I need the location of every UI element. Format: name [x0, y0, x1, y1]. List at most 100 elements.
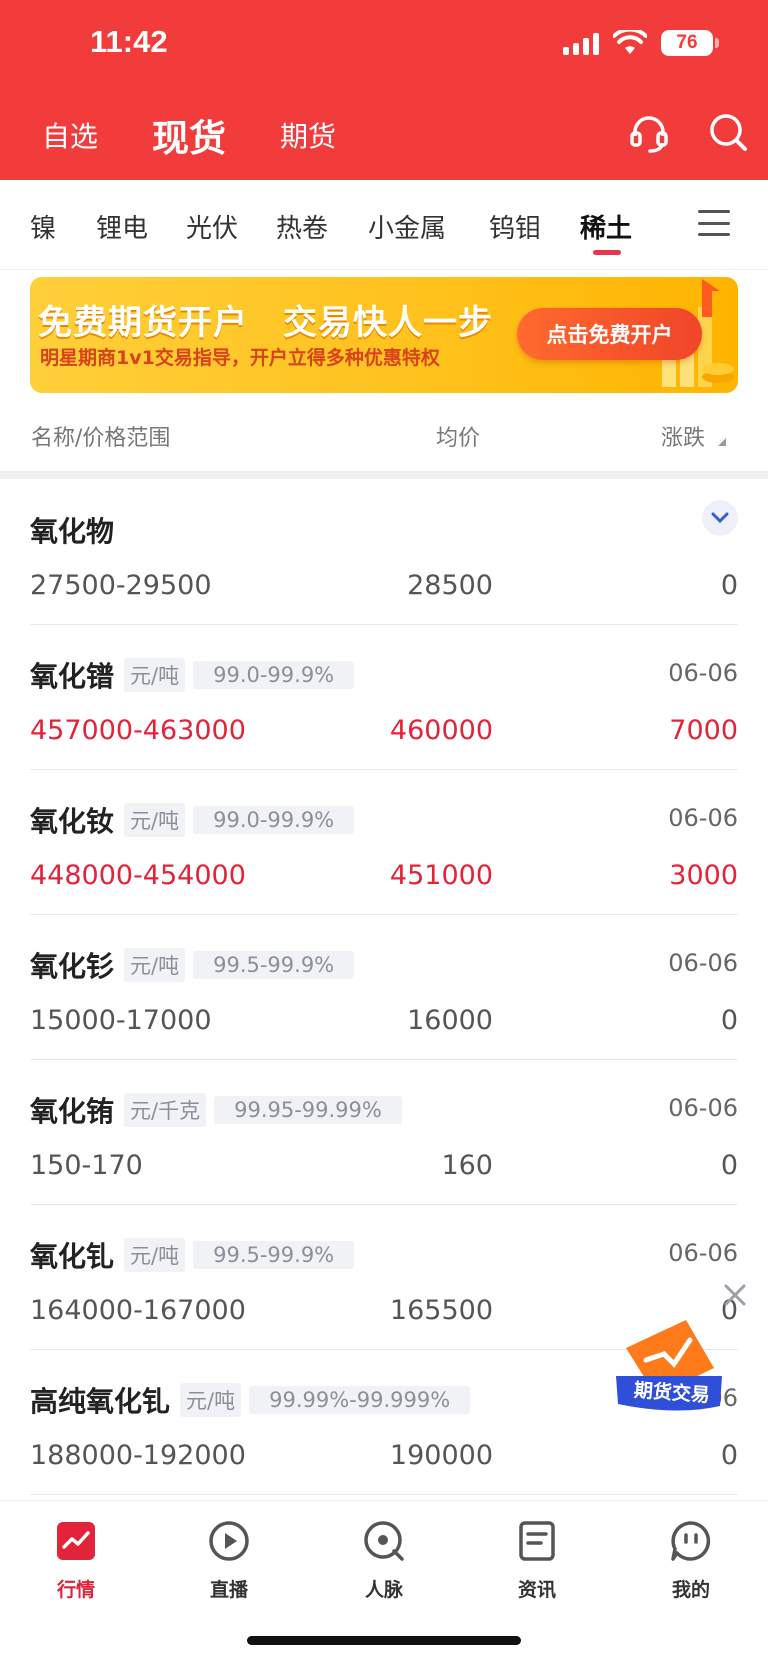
status-icons: 76 [563, 30, 719, 56]
category-nickel[interactable]: 镍 [30, 208, 56, 245]
purity-tag: 99.0-99.9% [193, 806, 355, 834]
home-indicator[interactable] [247, 1636, 521, 1645]
price-change: 0 [720, 1150, 738, 1181]
product-name: 氧化铕 元/千克 99.95-99.99% [30, 1090, 402, 1130]
free-account-button[interactable]: 点击免费开户 [517, 308, 702, 360]
status-time: 11:42 [90, 24, 168, 59]
purity-tag: 99.95-99.99% [214, 1096, 402, 1124]
price-change: 7000 [669, 715, 738, 746]
quote-date: 06-06 [668, 1239, 738, 1267]
average-price: 460000 [389, 715, 493, 746]
price-range: 188000-192000 [30, 1440, 246, 1471]
category-hot-coil[interactable]: 热卷 [276, 208, 328, 245]
purity-tag: 99.5-99.9% [193, 951, 355, 979]
product-name-text: 氧化物 [30, 515, 115, 548]
menu-icon[interactable] [698, 210, 730, 236]
table-row[interactable]: 氧化钐 元/吨 99.5-99.9% 06-06 15000-17000 160… [30, 915, 738, 1060]
purity-tag: 99.5-99.9% [193, 1241, 355, 1269]
nav-label: 资讯 [517, 1579, 556, 1601]
product-name: 氧化钕 元/吨 99.0-99.9% [30, 800, 355, 840]
nav-live[interactable]: 直播 [174, 1519, 284, 1602]
product-name-text: 氧化钆 [30, 1240, 115, 1273]
product-name-text: 氧化钕 [30, 805, 115, 838]
table-row[interactable]: 氧化物 27500-29500 28500 0 [30, 480, 738, 625]
nav-label: 我的 [671, 1579, 710, 1601]
battery-icon: 76 [661, 30, 719, 56]
wifi-icon [613, 30, 647, 54]
product-name: 高纯氧化钆 元/吨 99.99%-99.999% [30, 1380, 471, 1420]
product-name-text: 氧化铕 [30, 1095, 115, 1128]
product-name: 氧化钐 元/吨 99.5-99.9% [30, 945, 355, 985]
product-name-text: 氧化钐 [30, 950, 115, 983]
signal-icon [563, 31, 599, 55]
quote-date: 06-06 [668, 1094, 738, 1122]
average-price: 451000 [389, 860, 493, 891]
price-range: 150-170 [30, 1150, 143, 1181]
table-row[interactable]: 氧化钕 元/吨 99.0-99.9% 06-06 448000-454000 4… [30, 770, 738, 915]
price-range: 448000-454000 [30, 860, 246, 891]
product-name: 氧化镨 元/吨 99.0-99.9% [30, 655, 355, 695]
active-category-indicator [593, 250, 621, 255]
network-icon [364, 1521, 404, 1561]
tab-futures[interactable]: 期货 [280, 115, 336, 155]
average-price: 190000 [389, 1440, 493, 1471]
unit-tag: 元/吨 [180, 1383, 242, 1417]
column-average: 均价 [436, 426, 481, 451]
top-tabs: 自选 现货 期货 [42, 108, 390, 162]
nav-label: 直播 [209, 1579, 248, 1601]
battery-level: 76 [676, 32, 698, 53]
promo-banner[interactable]: 免费期货开户 交易快人一步 明星期商1v1交易指导，开户立得多种优惠特权 点击免… [30, 277, 738, 393]
category-tungsten-molybdenum[interactable]: 钨钼 [489, 208, 541, 245]
average-price: 28500 [407, 570, 493, 601]
futures-trading-float[interactable]: 期货交易 [616, 1318, 726, 1414]
column-header: 名称/价格范围 均价 涨跌 [0, 400, 768, 472]
price-range: 164000-167000 [30, 1295, 246, 1326]
banner-subtitle: 明星期商1v1交易指导，开户立得多种优惠特权 [40, 347, 440, 369]
quote-date: 06-06 [668, 659, 738, 687]
market-chart-icon [57, 1522, 95, 1560]
nav-market[interactable]: 行情 [21, 1519, 131, 1602]
column-name-range: 名称/价格范围 [31, 426, 171, 451]
nav-label: 行情 [56, 1579, 95, 1601]
category-lithium[interactable]: 锂电 [96, 208, 148, 245]
unit-tag: 元/吨 [124, 948, 186, 982]
tab-spot[interactable]: 现货 [152, 108, 226, 162]
search-icon[interactable] [708, 112, 750, 154]
nav-news[interactable]: 资讯 [482, 1519, 592, 1602]
price-range: 457000-463000 [30, 715, 246, 746]
close-icon[interactable] [722, 1282, 748, 1308]
banner-title: 免费期货开户 交易快人一步 [38, 303, 493, 343]
tab-watchlist[interactable]: 自选 [42, 115, 98, 155]
sort-icon[interactable] [718, 438, 726, 446]
unit-tag: 元/吨 [124, 803, 186, 837]
price-range: 15000-17000 [30, 1005, 212, 1036]
product-name-text: 高纯氧化钆 [30, 1385, 171, 1418]
play-icon [209, 1521, 249, 1561]
category-rare-earth[interactable]: 稀土 [580, 208, 632, 245]
nav-profile[interactable]: 我的 [636, 1519, 746, 1602]
product-name: 氧化钆 元/吨 99.5-99.9% [30, 1235, 355, 1275]
purity-tag: 99.0-99.9% [193, 661, 355, 689]
unit-tag: 元/吨 [124, 658, 186, 692]
nav-network[interactable]: 人脉 [329, 1519, 439, 1602]
expand-button[interactable] [702, 500, 738, 536]
average-price: 16000 [407, 1005, 493, 1036]
app-header: 11:42 76 自选 现货 期货 [0, 0, 768, 180]
nav-label: 人脉 [364, 1579, 403, 1601]
average-price: 165500 [389, 1295, 493, 1326]
purity-tag: 99.99%-99.999% [249, 1386, 471, 1414]
price-change: 0 [720, 570, 738, 601]
unit-tag: 元/吨 [124, 1238, 186, 1272]
category-minor-metals[interactable]: 小金属 [368, 208, 446, 245]
category-photovoltaic[interactable]: 光伏 [186, 208, 238, 245]
table-row[interactable]: 氧化镨 元/吨 99.0-99.9% 06-06 457000-463000 4… [30, 625, 738, 770]
quote-date: 06-06 [668, 949, 738, 977]
column-change[interactable]: 涨跌 [661, 420, 705, 452]
price-change: 3000 [669, 860, 738, 891]
product-name: 氧化物 [30, 510, 114, 550]
price-range: 27500-29500 [30, 570, 212, 601]
table-row[interactable]: 氧化铕 元/千克 99.95-99.99% 06-06 150-170 160 … [30, 1060, 738, 1205]
average-price: 160 [441, 1150, 493, 1181]
news-icon [519, 1521, 555, 1561]
headset-icon[interactable] [628, 112, 670, 154]
